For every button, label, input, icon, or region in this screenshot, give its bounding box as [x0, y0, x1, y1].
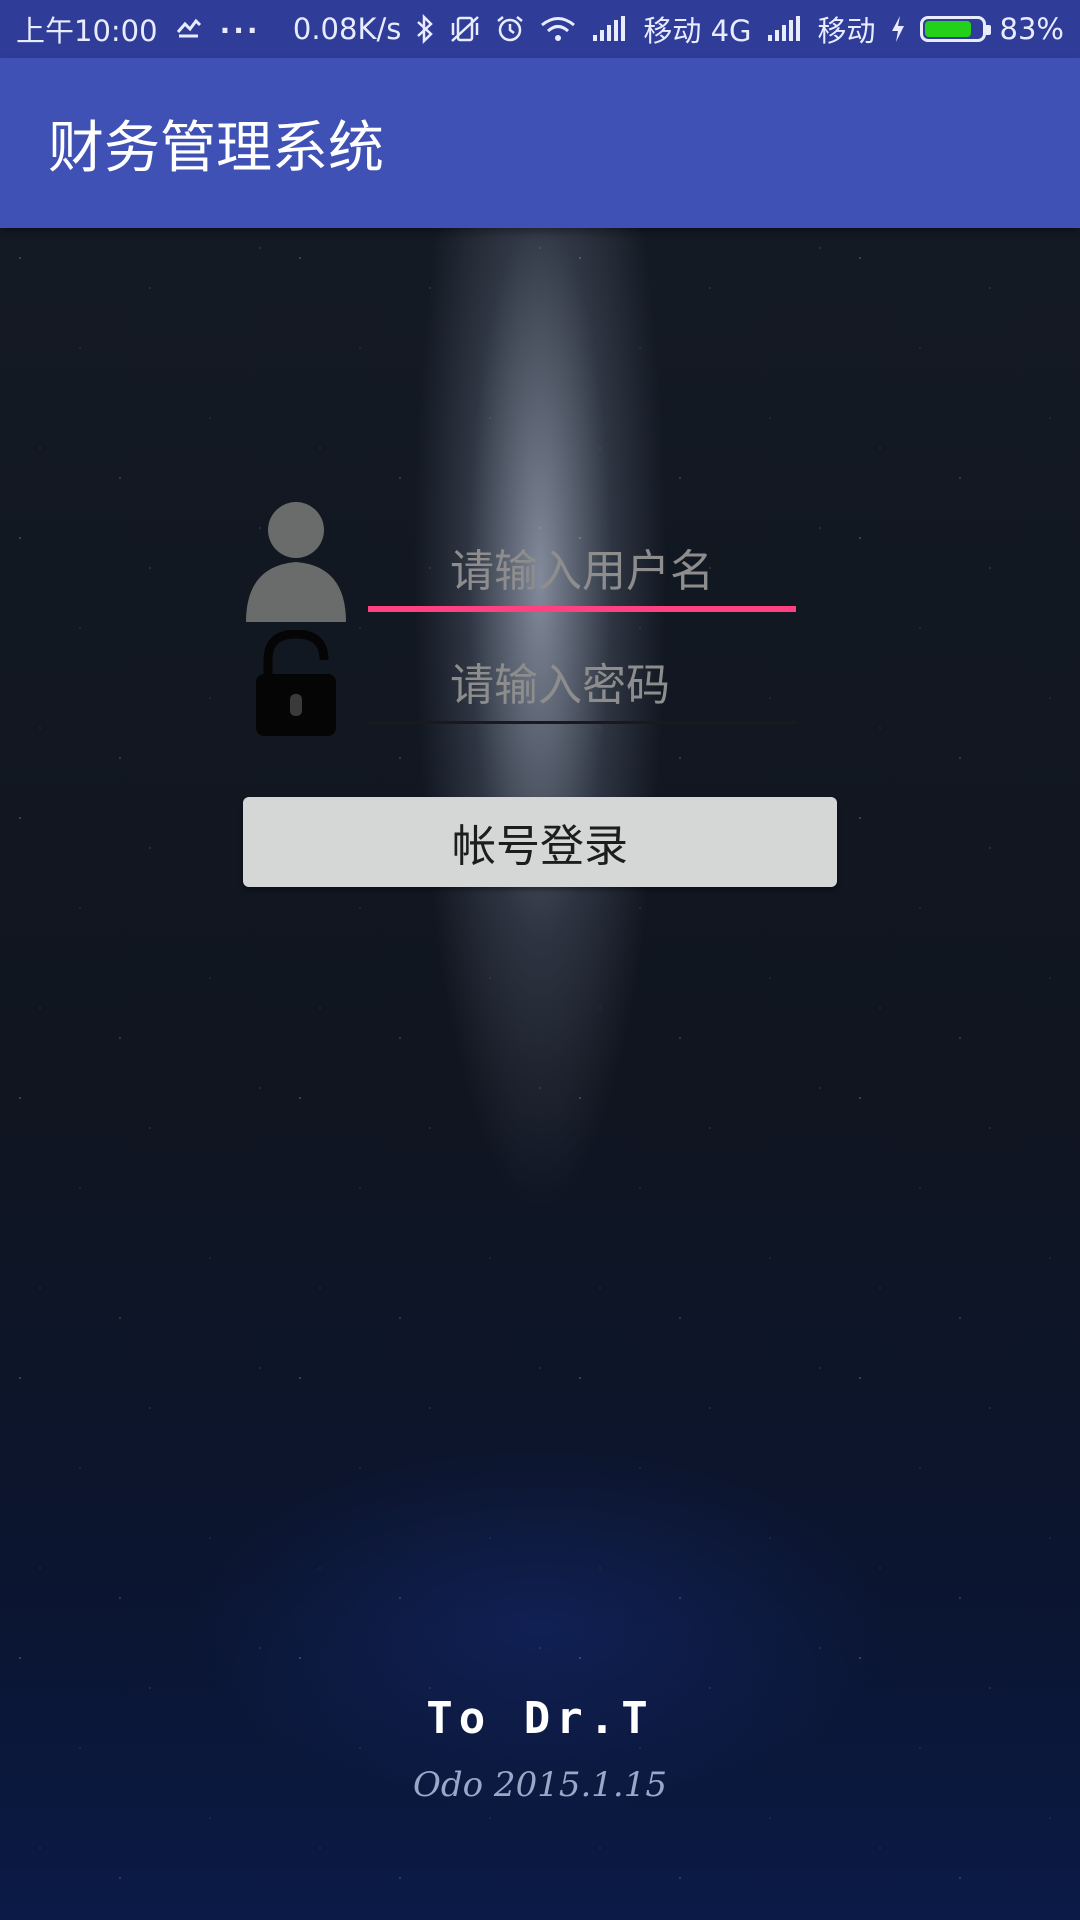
alarm-icon: [495, 14, 525, 44]
battery-level-fill: [924, 21, 971, 37]
page-title: 财务管理系统: [48, 115, 384, 181]
dedication-text: To Dr.T: [426, 1693, 654, 1744]
username-field-container: [368, 536, 796, 612]
net-speed: 0.08K/s: [292, 12, 402, 46]
app-bar: 财务管理系统: [0, 58, 1080, 228]
carrier-2-label: 移动: [817, 14, 876, 48]
signal-icon: [591, 15, 629, 43]
vibrate-off-icon: [449, 14, 481, 44]
signature-date: Odo 2015.1.15: [413, 1765, 667, 1805]
status-bar: 上午10:00 ... 0.08K/s 移动 4G 移动 83%: [0, 0, 1080, 58]
wifi-icon: [539, 15, 577, 43]
username-input[interactable]: [368, 536, 796, 606]
overflow-dots: ...: [219, 6, 261, 40]
user-icon: [244, 500, 348, 626]
username-underline: [368, 606, 796, 612]
lock-icon: [254, 629, 338, 738]
starry-background: [0, 228, 1080, 1920]
login-screen: 上午10:00 ... 0.08K/s 移动 4G 移动 83% 财务管理系统 …: [0, 0, 1080, 1920]
charging-icon: [890, 15, 906, 43]
notification-icon: [176, 18, 202, 40]
battery-percent: 83%: [999, 12, 1064, 46]
password-underline: [368, 721, 796, 724]
password-field-container: [368, 650, 796, 724]
battery-icon: [919, 16, 991, 42]
star-field: [0, 228, 1080, 1920]
carrier-1-label: 移动 4G: [643, 14, 752, 48]
status-time: 上午10:00: [16, 14, 158, 48]
account-login-button[interactable]: 帐号登录: [243, 797, 837, 887]
signal-icon: [766, 15, 804, 43]
password-input[interactable]: [368, 650, 796, 720]
bluetooth-icon: [415, 14, 435, 44]
